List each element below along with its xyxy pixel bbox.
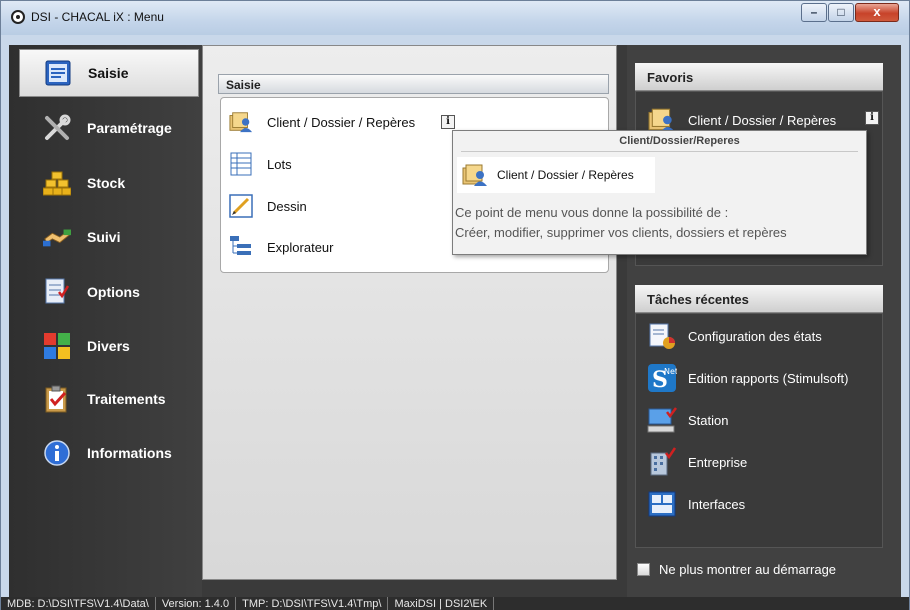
gold-bars-icon xyxy=(43,169,71,197)
recent-tasks-header: Tâches récentes xyxy=(635,285,883,313)
close-button[interactable]: x xyxy=(855,3,899,22)
tooltip-description-line: Ce point de menu vous donne la possibili… xyxy=(455,205,729,220)
right-panel: Favoris Client / Dossier / Repères i Tâc… xyxy=(627,45,901,597)
tooltip-divider xyxy=(461,151,858,152)
recent-item-edition-rapports[interactable]: S Net Edition rapports (Stimulsoft) xyxy=(646,362,848,394)
center-panel: Saisie Client / Dossier / Repères i Lots xyxy=(202,45,617,580)
tooltip-description: Ce point de menu vous donne la possibili… xyxy=(455,203,787,243)
main-area: Saisie Paramétrage Stock Suivi Options D… xyxy=(9,45,901,597)
status-tmp-path: TMP: D:\DSI\TFS\V1.4\Tmp\ xyxy=(236,597,389,610)
nav-label: Traitements xyxy=(87,391,166,407)
svg-text:Net: Net xyxy=(664,367,677,376)
nav-label: Options xyxy=(87,284,140,300)
nav-item-stock[interactable]: Stock xyxy=(19,159,199,207)
menu-item-dessin[interactable]: Dessin xyxy=(229,193,307,219)
nav-item-parametrage[interactable]: Paramétrage xyxy=(19,104,199,152)
recent-label: Entreprise xyxy=(688,454,748,470)
status-mdb-path: MDB: D:\DSI\TFS\V1.4\Data\ xyxy=(1,597,156,610)
recent-item-entreprise[interactable]: Entreprise xyxy=(646,446,747,478)
status-bar: MDB: D:\DSI\TFS\V1.4\Data\ Version: 1.4.… xyxy=(1,597,909,610)
recent-label: Interfaces xyxy=(688,496,746,512)
clipboard-icon xyxy=(43,385,71,413)
menu-item-label: Lots xyxy=(267,156,292,172)
client-folder-icon xyxy=(229,110,253,134)
window-controls: – □ x xyxy=(800,3,899,23)
info-button[interactable]: i xyxy=(865,111,879,125)
nav-item-divers[interactable]: Divers xyxy=(19,322,199,370)
tooltip-item: Client / Dossier / Repères xyxy=(457,157,655,193)
nav-label: Stock xyxy=(87,175,126,191)
startup-checkbox[interactable] xyxy=(637,563,650,576)
status-version: Version: 1.4.0 xyxy=(156,597,237,610)
nav-item-options[interactable]: Options xyxy=(19,268,199,316)
handshake-icon xyxy=(43,223,71,251)
title-bar: DSI - CHACAL iX : Menu – □ x xyxy=(1,1,909,35)
drawing-icon xyxy=(229,194,253,218)
menu-item-label: Client / Dossier / Repères xyxy=(267,114,416,130)
window-title: DSI - CHACAL iX : Menu xyxy=(31,10,164,24)
maximize-icon: □ xyxy=(837,5,845,19)
maximize-button[interactable]: □ xyxy=(828,3,854,22)
menu-item-client-dossier-reperes[interactable]: Client / Dossier / Repères xyxy=(229,109,415,135)
nav-label: Informations xyxy=(87,445,172,461)
left-navigation: Saisie Paramétrage Stock Suivi Options D… xyxy=(9,45,202,597)
menu-item-lots[interactable]: Lots xyxy=(229,151,292,177)
stimulsoft-icon: S Net xyxy=(646,362,678,394)
app-logo-icon[interactable] xyxy=(11,10,25,24)
report-config-icon xyxy=(646,320,678,352)
minimize-icon: – xyxy=(810,5,818,19)
section-header: Saisie xyxy=(218,74,609,94)
close-icon: x xyxy=(873,4,881,19)
minimize-button[interactable]: – xyxy=(801,3,827,22)
favorite-label: Client / Dossier / Repères xyxy=(688,112,837,128)
nav-label: Divers xyxy=(87,338,130,354)
status-server: MaxiDSI | DSI2\EK xyxy=(388,597,495,610)
tools-icon xyxy=(43,114,71,142)
nav-label: Suivi xyxy=(87,229,121,245)
menu-item-label: Dessin xyxy=(267,198,307,214)
app-window: DSI - CHACAL iX : Menu – □ x Saisie Para… xyxy=(0,0,910,610)
info-button[interactable]: i xyxy=(441,115,455,129)
startup-checkbox-label: Ne plus montrer au démarrage xyxy=(659,562,837,577)
nav-label: Paramétrage xyxy=(87,120,172,136)
client-folder-icon xyxy=(461,161,489,189)
info-icon xyxy=(43,439,71,467)
menu-item-label: Explorateur xyxy=(267,239,334,255)
nav-item-traitements[interactable]: Traitements xyxy=(19,375,199,423)
recent-item-interfaces[interactable]: Interfaces xyxy=(646,488,745,520)
favoris-header: Favoris xyxy=(635,63,883,91)
building-icon xyxy=(646,446,678,478)
nav-item-suivi[interactable]: Suivi xyxy=(19,213,199,261)
form-icon xyxy=(44,59,72,87)
options-icon xyxy=(43,278,71,306)
nav-item-informations[interactable]: Informations xyxy=(19,429,199,477)
tooltip-title: Client/Dossier/Reperes xyxy=(619,135,740,147)
recent-item-station[interactable]: Station xyxy=(646,404,728,436)
recent-label: Configuration des états xyxy=(688,328,822,344)
recent-item-configuration-etats[interactable]: Configuration des états xyxy=(646,320,822,352)
tooltip-item-label: Client / Dossier / Repères xyxy=(497,168,634,182)
list-icon xyxy=(229,152,253,176)
tooltip-description-line: Créer, modifier, supprimer vos clients, … xyxy=(455,225,787,240)
recent-label: Station xyxy=(688,412,729,428)
menu-item-explorateur[interactable]: Explorateur xyxy=(229,234,333,260)
nav-label: Saisie xyxy=(88,65,129,81)
startup-checkbox-row[interactable]: Ne plus montrer au démarrage xyxy=(637,562,836,577)
nav-item-saisie[interactable]: Saisie xyxy=(19,49,199,97)
interfaces-icon xyxy=(646,488,678,520)
tooltip-popup: Client/Dossier/Reperes Client / Dossier … xyxy=(452,130,867,255)
recent-tasks-panel: Configuration des états S Net Edition rap… xyxy=(635,313,883,548)
recent-label: Edition rapports (Stimulsoft) xyxy=(688,370,849,386)
tree-icon xyxy=(229,235,253,259)
station-icon xyxy=(646,404,678,436)
colored-squares-icon xyxy=(43,332,71,360)
